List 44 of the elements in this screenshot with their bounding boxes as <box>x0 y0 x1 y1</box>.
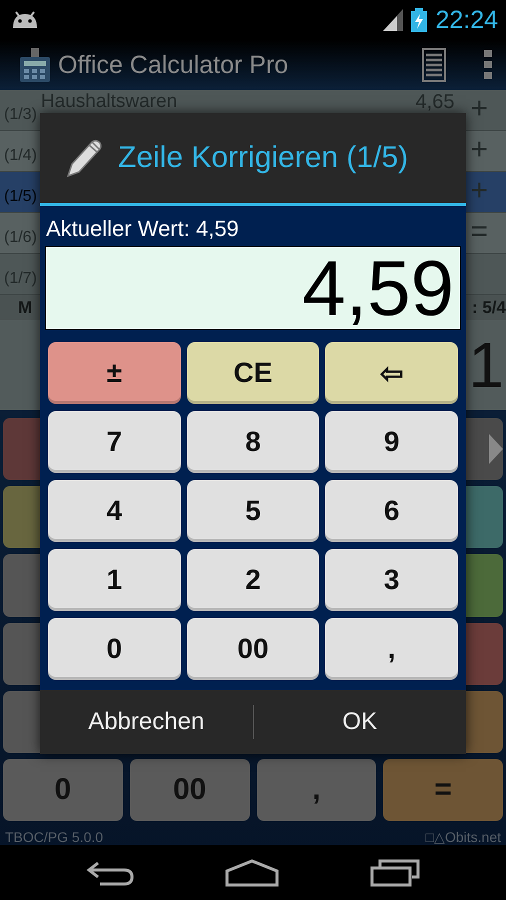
row-index: (1/6) <box>4 229 37 247</box>
key-button[interactable]: 8 <box>186 411 320 473</box>
app-title: Office Calculator Pro <box>58 50 290 80</box>
row-operator: + <box>470 133 488 167</box>
key-button[interactable]: 1 <box>48 549 181 611</box>
current-value-label: Aktueller Wert: 4,59 <box>46 216 240 242</box>
key-button[interactable]: 0 <box>48 618 181 680</box>
clock: 22:24 <box>435 6 498 34</box>
row-index: (1/5) <box>4 188 37 206</box>
key-button[interactable]: 2 <box>186 549 320 611</box>
display-value: 1 <box>468 333 504 397</box>
key-button[interactable]: 7 <box>48 411 181 473</box>
key-button[interactable]: CE <box>186 342 320 404</box>
ok-button[interactable]: OK <box>254 690 466 754</box>
row-operator: = <box>470 215 488 249</box>
key-button[interactable]: 6 <box>325 480 458 542</box>
value-field[interactable]: 4,59 <box>45 246 461 330</box>
key-button[interactable]: 3 <box>325 549 458 611</box>
row-index: (1/4) <box>4 147 37 165</box>
key-button[interactable]: , <box>325 618 458 680</box>
signal-icon <box>383 9 404 31</box>
key-button[interactable]: 4 <box>48 480 181 542</box>
list-icon[interactable] <box>422 48 446 82</box>
recent-apps-icon[interactable] <box>370 858 420 886</box>
overflow-menu-icon[interactable] <box>484 50 492 80</box>
key-button[interactable]: ⇦ <box>325 342 458 404</box>
android-icon <box>12 11 38 29</box>
dialog-title: Zeile Korrigieren (1/5) <box>118 141 408 175</box>
battery-icon <box>411 8 428 32</box>
version-label: TBOC/PG 5.0.0 <box>5 829 104 846</box>
key-button[interactable]: 9 <box>325 411 458 473</box>
line-counter: : 5/4 <box>472 298 506 318</box>
row-operator: + <box>470 174 488 208</box>
pencil-icon <box>64 138 102 178</box>
key-button[interactable]: 5 <box>186 480 320 542</box>
row-operator: + <box>470 92 488 126</box>
key-button[interactable]: 00 <box>186 618 320 680</box>
home-icon[interactable] <box>224 858 279 886</box>
key-button[interactable]: ± <box>48 342 181 404</box>
cancel-button[interactable]: Abbrechen <box>40 690 252 754</box>
brand-label: □△Obits.net <box>426 829 501 846</box>
memory-indicator: M <box>18 298 32 318</box>
arrow-right-icon <box>489 434 503 464</box>
calculator-icon <box>20 48 50 82</box>
